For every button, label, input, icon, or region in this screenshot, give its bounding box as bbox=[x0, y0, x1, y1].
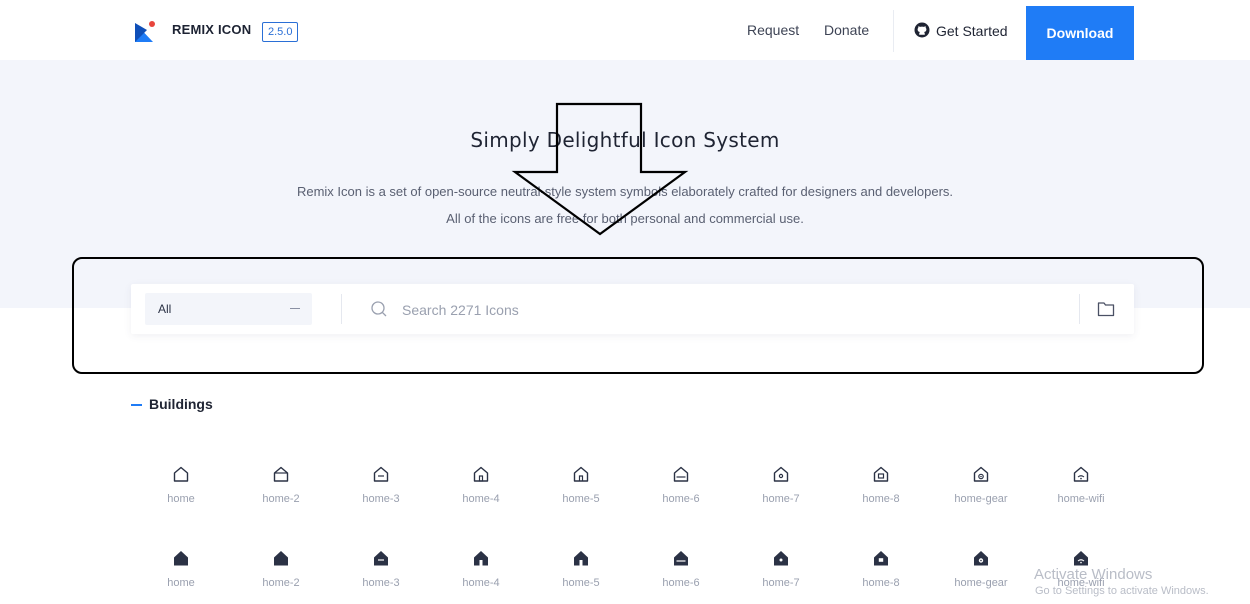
home-5-line-icon bbox=[573, 466, 589, 482]
icon-card-home-4[interactable]: home-4 bbox=[431, 465, 531, 515]
dropdown-indicator-icon bbox=[290, 308, 300, 309]
home-6-fill-icon bbox=[674, 551, 688, 566]
icon-label: home-8 bbox=[862, 577, 900, 589]
nav-divider bbox=[893, 10, 894, 52]
home-gear-line-icon bbox=[973, 466, 989, 482]
icon-card-home[interactable]: home bbox=[131, 549, 231, 599]
icon-card-home-5[interactable]: home-5 bbox=[531, 465, 631, 515]
icon-label: home bbox=[167, 493, 195, 505]
home-7-line-icon bbox=[773, 466, 789, 482]
icon-label: home-5 bbox=[562, 577, 600, 589]
icon-label: home-wifi bbox=[1057, 493, 1105, 505]
home-5-fill-icon bbox=[574, 551, 588, 566]
icon-card-home-7[interactable]: home-7 bbox=[731, 549, 831, 599]
icon-card-home-2[interactable]: home-2 bbox=[231, 549, 331, 599]
icon-card-home-wifi[interactable]: home-wifi bbox=[1031, 465, 1131, 515]
search-divider bbox=[341, 294, 342, 324]
home-6-line-icon bbox=[673, 466, 689, 482]
icon-card-home-7[interactable]: home-7 bbox=[731, 465, 831, 515]
nav-donate-link[interactable]: Donate bbox=[824, 22, 869, 38]
icon-card-home-gear[interactable]: home-gear bbox=[931, 549, 1031, 599]
home-2-fill-icon bbox=[274, 551, 288, 566]
home-4-fill-icon bbox=[474, 551, 488, 566]
home-wifi-fill-icon bbox=[1074, 551, 1088, 566]
download-button[interactable]: Download bbox=[1026, 6, 1134, 60]
icon-card-home-8[interactable]: home-8 bbox=[831, 549, 931, 599]
home-2-line-icon bbox=[273, 466, 289, 482]
icon-row-line: home home-2 home-3 home-4 home-5 home-6 home-7… bbox=[131, 465, 1134, 515]
search-input[interactable] bbox=[400, 297, 1004, 323]
icon-card-home-8[interactable]: home-8 bbox=[831, 465, 931, 515]
search-divider-right bbox=[1079, 294, 1080, 324]
icon-card-home-3[interactable]: home-3 bbox=[331, 465, 431, 515]
home-4-line-icon bbox=[473, 466, 489, 482]
remix-logo-icon[interactable] bbox=[133, 20, 157, 44]
icon-label: home-6 bbox=[662, 493, 700, 505]
home-3-fill-icon bbox=[374, 551, 388, 566]
home-8-fill-icon bbox=[874, 551, 888, 566]
windows-watermark-title: Activate Windows bbox=[1034, 566, 1153, 583]
icon-label: home-6 bbox=[662, 577, 700, 589]
github-icon[interactable] bbox=[914, 22, 930, 38]
home-fill-icon bbox=[174, 551, 188, 566]
windows-watermark-subtitle: Go to Settings to activate Windows. bbox=[1035, 585, 1209, 597]
get-started-link[interactable]: Get Started bbox=[936, 23, 1008, 39]
icon-label: home-7 bbox=[762, 493, 800, 505]
icon-label: home-8 bbox=[862, 493, 900, 505]
icon-label: home-3 bbox=[362, 493, 400, 505]
icon-row-fill: home home-2 home-3 home-4 home-5 home-6 home-7… bbox=[131, 549, 1134, 599]
category-selected-value: All bbox=[158, 302, 172, 316]
icon-card-home-4[interactable]: home-4 bbox=[431, 549, 531, 599]
icon-label: home-4 bbox=[462, 577, 500, 589]
section-title-buildings[interactable]: Buildings bbox=[149, 396, 213, 412]
hero-title: Simply Delightful Icon System bbox=[470, 128, 780, 152]
home-8-line-icon bbox=[873, 466, 889, 482]
icon-label: home-4 bbox=[462, 493, 500, 505]
icon-label: home-2 bbox=[262, 493, 300, 505]
icon-label: home-2 bbox=[262, 577, 300, 589]
search-icon bbox=[371, 301, 387, 317]
icon-card-home-gear[interactable]: home-gear bbox=[931, 465, 1031, 515]
home-3-line-icon bbox=[373, 466, 389, 482]
icon-card-home-2[interactable]: home-2 bbox=[231, 465, 331, 515]
home-7-fill-icon bbox=[774, 551, 788, 566]
search-bar: All bbox=[131, 284, 1134, 334]
top-header: REMIX ICON 2.5.0 Request Donate Get Star… bbox=[0, 0, 1250, 60]
hero-section: Simply Delightful Icon System Remix Icon… bbox=[0, 60, 1250, 308]
nav-request-link[interactable]: Request bbox=[747, 22, 799, 38]
icon-label: home-5 bbox=[562, 493, 600, 505]
section-collapse-icon[interactable] bbox=[131, 404, 142, 406]
hero-description-line-1: Remix Icon is a set of open-source neutr… bbox=[296, 184, 954, 199]
folder-icon[interactable] bbox=[1097, 301, 1115, 317]
icon-label: home-gear bbox=[954, 493, 1008, 505]
icon-label: home-gear bbox=[954, 577, 1008, 589]
icon-card-home-6[interactable]: home-6 bbox=[631, 465, 731, 515]
icon-card-home-6[interactable]: home-6 bbox=[631, 549, 731, 599]
icon-label: home bbox=[167, 577, 195, 589]
category-select[interactable]: All bbox=[145, 293, 312, 325]
icon-label: home-7 bbox=[762, 577, 800, 589]
icon-label: home-3 bbox=[362, 577, 400, 589]
icon-card-home-3[interactable]: home-3 bbox=[331, 549, 431, 599]
version-badge: 2.5.0 bbox=[262, 22, 299, 42]
home-gear-fill-icon bbox=[974, 551, 988, 566]
home-line-icon bbox=[173, 466, 189, 482]
icon-card-home-5[interactable]: home-5 bbox=[531, 549, 631, 599]
icon-card-home[interactable]: home bbox=[131, 465, 231, 515]
hero-description-line-2: All of the icons are free for both perso… bbox=[446, 211, 804, 226]
home-wifi-line-icon bbox=[1073, 466, 1089, 482]
brand-name[interactable]: REMIX ICON bbox=[172, 22, 251, 37]
